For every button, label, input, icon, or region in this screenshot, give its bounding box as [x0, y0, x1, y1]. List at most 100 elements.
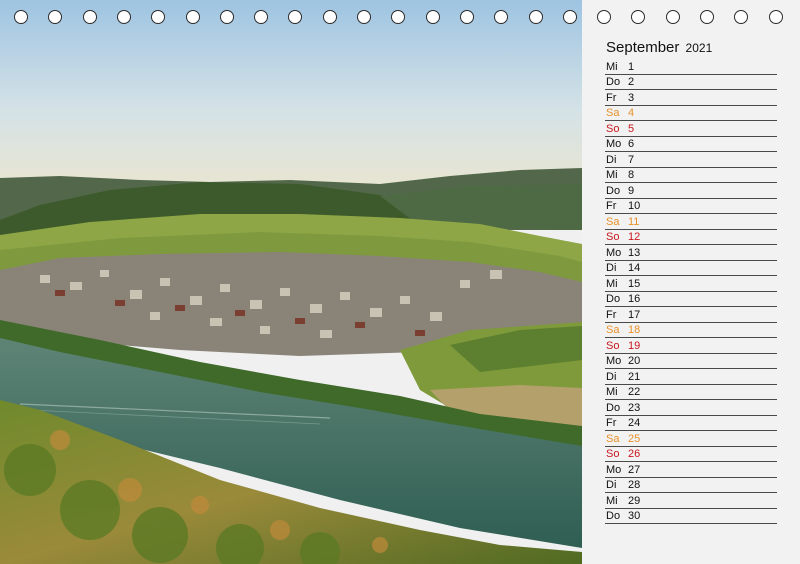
- binding-ring-icon: [700, 10, 714, 24]
- binding-ring-icon: [494, 10, 509, 24]
- day-number: 12: [628, 231, 641, 243]
- weekday-label: Di: [606, 262, 617, 274]
- day-row: Mi 8: [605, 168, 777, 183]
- weekday-label: Fr: [606, 308, 617, 321]
- day-row: Fr 24: [605, 416, 777, 431]
- binding-ring-icon: [185, 10, 200, 24]
- day-number: 24: [628, 417, 641, 429]
- weekday-label: Fr: [606, 91, 617, 104]
- day-number: 30: [628, 510, 641, 522]
- day-row: Fr 3: [605, 90, 777, 106]
- year-label: 2021: [685, 41, 713, 55]
- day-row: Do 9: [605, 183, 777, 199]
- weekday-label: Mo: [606, 246, 622, 259]
- day-number: 10: [628, 200, 641, 212]
- day-number: 7: [628, 153, 635, 166]
- day-number: 9: [628, 184, 635, 197]
- day-number: 1: [628, 60, 635, 73]
- binding-ring-icon: [528, 10, 543, 24]
- day-number: 27: [628, 463, 641, 476]
- weekday-label: Mi: [606, 277, 618, 290]
- day-number: 25: [628, 432, 641, 445]
- day-number: 18: [628, 324, 641, 336]
- day-row: So 12: [605, 230, 777, 245]
- day-row: Do 30: [605, 509, 777, 524]
- weekday-label: Do: [606, 76, 621, 88]
- day-number: 29: [628, 494, 641, 507]
- binding-ring-icon: [288, 10, 303, 24]
- day-number: 11: [628, 215, 640, 228]
- day-row: Do 23: [605, 400, 777, 416]
- weekday-label: Do: [606, 510, 621, 522]
- weekday-label: Do: [606, 293, 621, 305]
- binding-rings: [0, 0, 800, 36]
- day-number: 20: [628, 355, 641, 367]
- weekday-label: Mi: [606, 169, 618, 181]
- landscape-photo-icon: [0, 0, 582, 564]
- day-row: So 19: [605, 338, 777, 354]
- binding-ring-icon: [357, 10, 371, 24]
- day-number: 16: [628, 293, 641, 305]
- landscape-photo: [0, 0, 582, 564]
- weekday-label: Mo: [606, 138, 622, 150]
- binding-ring-icon: [597, 10, 612, 24]
- day-row: So 5: [605, 121, 777, 137]
- day-number: 14: [628, 262, 641, 274]
- day-row: Di 7: [605, 152, 777, 168]
- day-row: Mi 29: [605, 493, 777, 509]
- weekday-label: Sa: [606, 215, 620, 228]
- day-row: Do 2: [605, 75, 777, 90]
- day-row: Di 21: [605, 369, 777, 385]
- day-row: Di 14: [605, 261, 777, 276]
- day-row: Sa 25: [605, 431, 777, 447]
- binding-ring-icon: [734, 10, 749, 24]
- calendar-panel: September 2021 Mi 1 Do 2 Fr 3 Sa 4 So 5 Mo 6 Di 7 Mi 8 D…: [582, 0, 800, 564]
- weekday-label: Di: [606, 370, 617, 383]
- weekday-label: Mo: [606, 463, 622, 476]
- day-row: Mi 1: [605, 59, 777, 75]
- day-number: 19: [628, 339, 641, 352]
- day-number: 23: [628, 401, 641, 414]
- day-row: So 26: [605, 447, 777, 462]
- binding-ring-icon: [254, 10, 269, 24]
- day-number: 4: [628, 107, 635, 119]
- weekday-label: Sa: [606, 324, 620, 336]
- day-number: 6: [628, 138, 635, 150]
- weekday-label: Mo: [606, 355, 622, 367]
- weekday-label: Mi: [606, 386, 618, 398]
- day-row: Mo 6: [605, 137, 777, 152]
- day-number: 13: [628, 246, 641, 259]
- day-number: 22: [628, 386, 641, 398]
- binding-ring-icon: [322, 10, 337, 24]
- day-number: 21: [628, 370, 641, 383]
- weekday-label: Di: [606, 153, 617, 166]
- binding-ring-icon: [151, 10, 166, 24]
- day-row: Mi 15: [605, 276, 777, 292]
- weekday-label: Fr: [606, 417, 617, 429]
- binding-ring-icon: [82, 10, 97, 24]
- day-number: 15: [628, 277, 641, 290]
- weekday-label: Mi: [606, 60, 618, 73]
- binding-ring-icon: [391, 10, 406, 24]
- binding-ring-icon: [631, 10, 646, 24]
- day-row: Fr 10: [605, 199, 777, 214]
- day-row: Sa 4: [605, 106, 777, 121]
- day-row: Mo 13: [605, 245, 777, 261]
- day-row: Mo 20: [605, 354, 777, 369]
- day-number: 17: [628, 308, 641, 321]
- day-number: 8: [628, 169, 635, 181]
- weekday-label: So: [606, 448, 620, 460]
- binding-ring-icon: [459, 10, 474, 24]
- day-number: 2: [628, 76, 635, 88]
- binding-ring-icon: [48, 10, 63, 24]
- day-number: 28: [628, 479, 641, 491]
- weekday-label: Mi: [606, 494, 618, 507]
- month-name: September: [606, 39, 680, 56]
- binding-ring-icon: [562, 10, 577, 24]
- weekday-label: Do: [606, 401, 621, 414]
- binding-ring-icon: [425, 10, 440, 24]
- binding-ring-icon: [665, 10, 680, 24]
- binding-ring-icon: [116, 10, 131, 24]
- day-row: Mi 22: [605, 385, 777, 400]
- day-row: Fr 17: [605, 307, 777, 323]
